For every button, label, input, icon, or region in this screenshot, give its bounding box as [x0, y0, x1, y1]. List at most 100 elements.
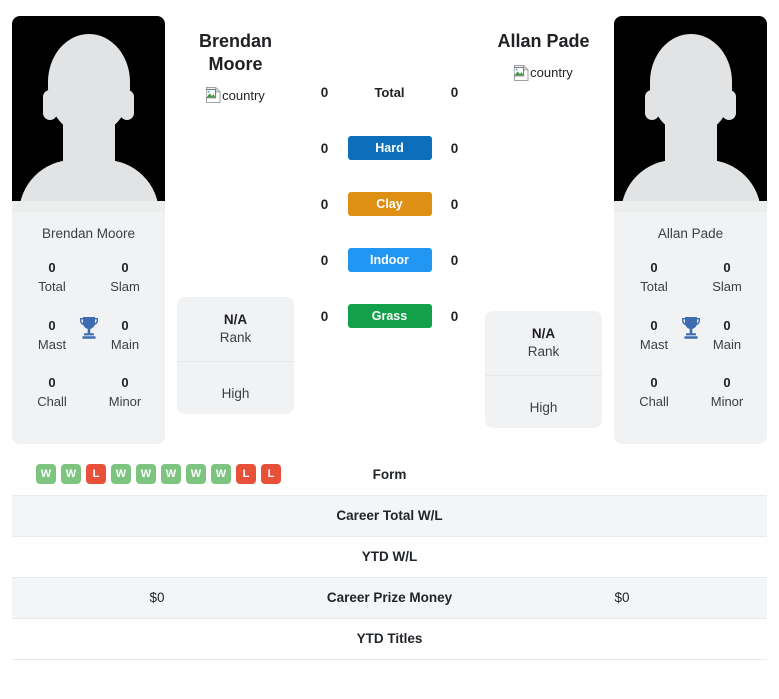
trophy-icon — [681, 316, 700, 339]
surface-right-value: 0 — [450, 84, 459, 100]
form-chip-win: W — [136, 464, 156, 485]
player-name-right: Allan Pade — [497, 31, 590, 51]
stat-label: Minor — [710, 394, 744, 410]
info-rank-right: N/A Rank — [485, 311, 602, 376]
stat-slam: 0 Slam — [99, 259, 151, 297]
form-chip-win: W — [161, 464, 181, 485]
surface-row-total: 0 Total 0 — [294, 64, 485, 120]
avatar-ear-right — [722, 90, 736, 120]
row-value-left — [12, 495, 302, 536]
stat-label: Chall — [37, 394, 67, 410]
avatar-head — [47, 34, 130, 134]
player-heading-left: Brendan Moore country — [177, 8, 294, 125]
player-card-left[interactable]: Brendan Moore 0 Total 0 Slam 0 Mast 0 Ma… — [12, 16, 165, 445]
stat-mast: 0 Mast — [628, 317, 680, 355]
player-country-right: country — [514, 64, 573, 81]
stat-label: Mast — [37, 336, 67, 352]
row-value-right — [477, 536, 767, 577]
surface-row-hard: 0 Hard 0 — [294, 120, 485, 176]
player-heading-right: Allan Pade country — [485, 8, 602, 125]
titles-row: 0 Chall 0 Minor — [22, 368, 155, 426]
stat-value: 0 — [48, 317, 56, 333]
info-rank-left: N/A Rank — [177, 297, 294, 362]
info-value: N/A — [531, 325, 556, 341]
broken-image-icon — [514, 64, 530, 81]
surface-badge-clay[interactable]: Clay — [347, 192, 432, 216]
info-high-right: High — [485, 376, 602, 428]
surface-badge-hard[interactable]: Hard — [347, 136, 432, 160]
player-country-label-right: country — [530, 65, 573, 80]
surface-right-value: 0 — [450, 308, 459, 324]
stat-label: Total — [38, 278, 66, 294]
stat-value: 0 — [48, 375, 56, 391]
player-avatar-right — [614, 16, 767, 212]
surface-right-value: 0 — [450, 140, 459, 156]
row-label: YTD Titles — [356, 631, 423, 647]
stat-value: 0 — [723, 375, 731, 391]
stat-label: Slam — [110, 278, 140, 294]
avatar-ear-left — [43, 90, 57, 120]
titles-grid-left: 0 Total 0 Slam 0 Mast 0 Main 0 Chall 0 M… — [12, 253, 165, 444]
surface-left-value: 0 — [320, 84, 329, 100]
titles-grid-right: 0 Total 0 Slam 0 Mast 0 Main 0 Chall 0 M… — [614, 253, 767, 444]
stat-minor: 0 Minor — [99, 374, 151, 412]
surface-left-value: 0 — [320, 252, 329, 268]
form-cell-right — [477, 454, 767, 495]
form-chip-loss: L — [86, 464, 106, 485]
form-chip-win: W — [211, 464, 231, 485]
surface-right-value: 0 — [450, 252, 459, 268]
player-card-name-right: Allan Pade — [657, 226, 724, 241]
player-card-right[interactable]: Allan Pade 0 Total 0 Slam 0 Mast 0 Main … — [614, 16, 767, 445]
surface-badge-indoor[interactable]: Indoor — [347, 248, 432, 272]
broken-image-icon — [206, 87, 222, 103]
form-chip-win: W — [186, 464, 206, 485]
stat-slam: 0 Slam — [701, 259, 753, 297]
stat-main: 0 Main — [701, 317, 753, 355]
player-avatar-left — [12, 16, 165, 212]
surface-comparison-column: 0 Total 0 0 Hard 0 0 Clay 0 0 Indoor 0 0 — [294, 8, 485, 344]
titles-row: 0 Mast 0 Main — [624, 311, 757, 369]
row-label: Form — [372, 466, 407, 482]
stat-chall: 0 Chall — [26, 374, 78, 412]
stat-label: Mast — [639, 336, 669, 352]
stat-value: 0 — [48, 260, 56, 275]
stat-value: 0 — [121, 317, 129, 333]
player-country-left: country — [206, 87, 265, 103]
form-chip-loss: L — [236, 464, 256, 485]
table-row-ytd-titles: YTD Titles — [12, 618, 767, 660]
stat-value: 0 — [650, 375, 658, 391]
stat-value: 0 — [650, 260, 658, 275]
stat-label: Main — [110, 336, 140, 352]
table-row-ytd-wl: YTD W/L — [12, 536, 767, 578]
stat-label: Main — [712, 336, 742, 352]
stat-value: 0 — [121, 260, 129, 275]
surface-left-value: 0 — [320, 140, 329, 156]
row-value-right: $0 — [614, 590, 630, 606]
stat-label: Total — [640, 278, 668, 294]
trophy-icon — [79, 316, 98, 339]
surface-row-clay: 0 Clay 0 — [294, 176, 485, 232]
player-info-stack-left: Brendan Moore country N/A Rank High — [177, 8, 294, 414]
stat-main: 0 Main — [99, 317, 151, 355]
titles-row: 0 Total 0 Slam — [624, 253, 757, 311]
avatar-base-strip — [12, 201, 165, 212]
stat-value: 0 — [723, 317, 731, 333]
player-info-stack-right: Allan Pade country N/A Rank High — [485, 8, 602, 428]
surface-row-grass: 0 Grass 0 — [294, 288, 485, 344]
info-label: High — [529, 399, 558, 415]
player-info-column-left: N/A Rank High 38 Age Plays — [177, 297, 294, 414]
form-chip-loss: L — [261, 464, 281, 485]
player-comparison-page: Brendan Moore 0 Total 0 Slam 0 Mast 0 Ma… — [0, 0, 779, 699]
player-card-name-left: Brendan Moore — [41, 226, 136, 241]
stat-value: 0 — [650, 317, 658, 333]
surface-badge-grass[interactable]: Grass — [347, 304, 432, 328]
player-name-left: Brendan Moore — [198, 31, 272, 74]
avatar-ear-left — [645, 90, 659, 120]
comparison-header-area: Brendan Moore 0 Total 0 Slam 0 Mast 0 Ma… — [0, 0, 779, 445]
stat-mast: 0 Mast — [26, 317, 78, 355]
row-label: Career Prize Money — [326, 590, 453, 606]
surface-left-value: 0 — [320, 196, 329, 212]
stat-minor: 0 Minor — [701, 374, 753, 412]
stat-total: 0 Total — [26, 259, 78, 297]
surface-label-total: Total — [374, 84, 405, 100]
